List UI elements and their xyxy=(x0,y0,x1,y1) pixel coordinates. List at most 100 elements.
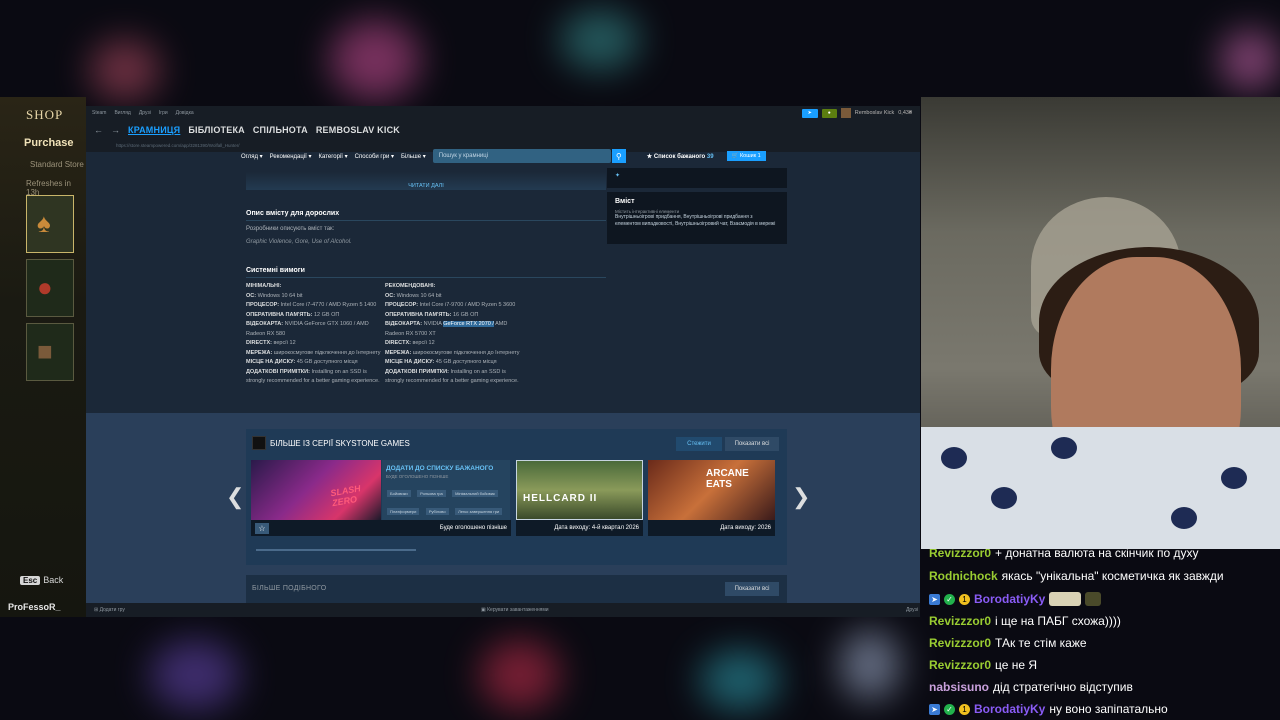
store-link-recommendations[interactable]: Рекомендації ▾ xyxy=(270,153,312,160)
back-hint[interactable]: Esc Back xyxy=(20,575,63,585)
add-to-wishlist[interactable]: ДОДАТИ ДО СПИСКУ БАЖАНОГО xyxy=(386,465,506,472)
divider xyxy=(246,220,606,221)
shop-slot-1[interactable]: ♠ xyxy=(26,195,74,253)
esc-key: Esc xyxy=(20,576,41,585)
chat-text: це не Я xyxy=(995,658,1038,672)
chat-username[interactable]: Revizzzor0 xyxy=(929,549,991,560)
game-card[interactable]: SLASH ZERO ДОДАТИ ДО СПИСКУ БАЖАНОГО БУД… xyxy=(251,460,511,537)
tag[interactable]: Платформери xyxy=(387,508,420,515)
search-input[interactable]: Пошук у крамниці xyxy=(432,149,611,163)
req-key: ОС: xyxy=(246,292,257,299)
add-game-button[interactable]: ⊞ Додати гру xyxy=(94,607,125,613)
star-icon[interactable]: ☆ xyxy=(255,523,269,534)
tab-library[interactable]: БІБЛІОТЕКА xyxy=(188,125,245,135)
publisher-logo xyxy=(252,436,266,450)
steam-menubar: Steam Вигляд Друзі Ігри Довідка ➤ ● Remb… xyxy=(86,106,920,120)
streamer-shirt xyxy=(921,427,1280,549)
chat-message: Rodnichock якась "унікальна" косметичка … xyxy=(929,569,1224,583)
store-link-browse[interactable]: Огляд ▾ xyxy=(241,153,263,160)
friends-chat-button[interactable]: Друзі xyxy=(906,607,918,613)
req-key: ОПЕРАТИВНА ПАМ'ЯТЬ: xyxy=(385,311,452,318)
req-key: ОПЕРАТИВНА ПАМ'ЯТЬ: xyxy=(246,311,313,318)
tab-community[interactable]: СПІЛЬНОТА xyxy=(253,125,308,135)
notifications-button[interactable]: ● xyxy=(821,108,837,118)
req-value: 12 GB ОП xyxy=(313,311,340,318)
steam-statusbar: ⊞ Додати гру ▣ Керувати завантаженнями Д… xyxy=(86,603,920,617)
tag[interactable]: Легко завершення гри xyxy=(455,508,503,515)
chat-username[interactable]: Rodnichock xyxy=(929,569,998,583)
sysreq-row: ОПЕРАТИВНА ПАМ'ЯТЬ: 12 GB ОП xyxy=(246,311,381,321)
req-value: NVIDIA xyxy=(423,321,442,327)
series-title: БІЛЬШЕ ІЗ СЕРІЇ SKYSTONE GAMES xyxy=(270,439,410,448)
tag[interactable]: Рольова гра xyxy=(417,490,446,497)
req-key: ВІДЕОКАРТА: xyxy=(385,321,423,327)
prime-badge-icon: ➤ xyxy=(929,593,940,605)
game-art-title: ARCANE EATS xyxy=(706,468,749,490)
read-more-link[interactable]: ЧИТАТИ ДАЛІ xyxy=(246,183,606,189)
emote-icon xyxy=(1049,592,1082,606)
store-link-categories[interactable]: Категорії ▾ xyxy=(319,153,348,160)
steam-nav: ← → КРАМНИЦЯ БІБЛІОТЕКА СПІЛЬНОТА REMBOS… xyxy=(86,120,920,140)
req-value: версії 12 xyxy=(273,340,296,346)
game-card[interactable]: ARCANE EATS Дата виходу: 2026 xyxy=(648,460,775,537)
menu-steam[interactable]: Steam xyxy=(92,110,106,116)
chat-username[interactable]: BorodatiyKy xyxy=(974,592,1045,606)
stream-chat: Revizzzor0 + донатна валюта на скінчик п… xyxy=(921,549,1280,720)
show-all-button[interactable]: Показати всі xyxy=(725,437,779,451)
tag[interactable]: Мінімальний бойовик xyxy=(452,490,498,497)
show-all-button[interactable]: Показати всі xyxy=(725,582,779,596)
tag[interactable]: Бойовики xyxy=(387,490,411,497)
wishlist-link[interactable]: ★ Список бажаного 39 xyxy=(647,153,714,160)
back-arrow-icon[interactable]: ← xyxy=(94,125,103,135)
carousel-scrollbar[interactable] xyxy=(256,549,416,551)
emote-icon xyxy=(1085,592,1102,606)
cart-button[interactable]: 🛒 Кошик 1 xyxy=(726,151,766,161)
menu-games[interactable]: Ігри xyxy=(159,110,168,116)
tab-profile[interactable]: REMBOSLAV KICK xyxy=(316,125,400,135)
chat-username[interactable]: nabsisuno xyxy=(929,680,989,694)
wishlist-label: Список бажаного xyxy=(653,153,706,160)
account-name[interactable]: Remboslav Kick xyxy=(855,110,894,116)
shop-slot-2[interactable]: ● xyxy=(26,259,74,317)
hide-icon: ■ xyxy=(37,336,53,366)
follow-button[interactable]: Стежити xyxy=(676,437,722,451)
shop-slot-3[interactable]: ■ xyxy=(26,323,74,381)
forward-arrow-icon[interactable]: → xyxy=(111,125,120,135)
chat-username[interactable]: BorodatiyKy xyxy=(974,702,1045,716)
content-info-title: Вміст xyxy=(615,198,635,205)
sysreq-title: Системні вимоги xyxy=(246,267,305,274)
content-info-box: Вміст Містить інтерактивні елементи Внут… xyxy=(607,192,787,244)
more-like-this-section: БІЛЬШЕ ПОДІБНОГО Показати всі xyxy=(246,575,787,605)
search-icon[interactable]: ⚲ xyxy=(611,149,626,163)
req-key: DIRECTX: xyxy=(385,340,411,346)
tab-store[interactable]: КРАМНИЦЯ xyxy=(128,125,180,135)
menu-help[interactable]: Довідка xyxy=(176,110,194,116)
plus-icon: ⊞ xyxy=(94,607,99,613)
chat-username[interactable]: Revizzzor0 xyxy=(929,636,991,650)
sysreq-rec-head: РЕКОМЕНДОВАНІ: xyxy=(385,283,436,289)
store-link-ways-to-play[interactable]: Способи гри ▾ xyxy=(355,153,394,160)
chat-message: Revizzzor0 ТАк те стім каже xyxy=(929,636,1087,650)
menu-view[interactable]: Вигляд xyxy=(114,110,130,116)
req-value: 45 GB доступного місця xyxy=(435,359,497,365)
purchase-tab[interactable]: Purchase xyxy=(24,137,74,149)
chevron-left-icon[interactable]: ❮ xyxy=(226,484,244,510)
game-shop-panel: SHOP Purchase Standard Store Refreshes i… xyxy=(0,97,86,617)
prime-badge-icon: ➤ xyxy=(929,703,940,715)
chat-username[interactable]: Revizzzor0 xyxy=(929,658,991,672)
cart-icon: 🛒 xyxy=(731,153,739,159)
tag[interactable]: Рубілово xyxy=(425,508,449,515)
broadcast-button[interactable]: ➤ xyxy=(801,108,818,118)
req-key: МЕРЕЖА: xyxy=(385,349,412,356)
avatar[interactable] xyxy=(840,108,851,118)
store-link-more[interactable]: Більше ▾ xyxy=(401,153,426,160)
chat-username[interactable]: Revizzzor0 xyxy=(929,614,991,628)
chevron-right-icon[interactable]: ❯ xyxy=(792,484,810,510)
req-value: широкосмугове підключення до Інтернету xyxy=(273,349,381,356)
menu-friends[interactable]: Друзі xyxy=(139,110,151,116)
game-card[interactable]: HELLCARD II Дата виходу: 4-й квартал 202… xyxy=(516,460,643,537)
downloads-button[interactable]: ▣ Керувати завантаженнями xyxy=(481,607,549,613)
chat-text: + донатна валюта на скінчик по духу xyxy=(995,549,1199,560)
chat-text: якась "унікальна" косметичка як завжди xyxy=(1001,569,1224,583)
mature-content-title: Опис вмісту для дорослих xyxy=(246,210,340,217)
